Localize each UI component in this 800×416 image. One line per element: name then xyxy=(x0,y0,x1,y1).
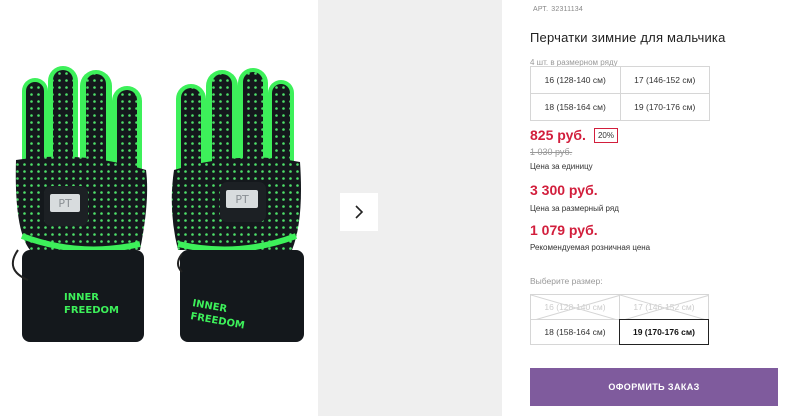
size-picker: 16 (128-140 см) 17 (146-152 см) 18 (158-… xyxy=(530,294,710,345)
rrp-note: Рекомендуемая розничная цена xyxy=(530,243,651,252)
size-picker-row: 18 (158-164 см) 19 (170-176 см) xyxy=(530,319,710,345)
print-line2-left: FREEDOM xyxy=(64,305,119,316)
unit-price: 825 руб. xyxy=(530,127,586,143)
place-order-button[interactable]: ОФОРМИТЬ ЗАКАЗ xyxy=(530,368,778,406)
pack-size-row: 18 (158-164 см) 19 (170-176 см) xyxy=(531,93,709,120)
product-title: Перчатки зимние для мальчика xyxy=(530,30,726,45)
size-option-label: 19 (170-176 см) xyxy=(632,327,696,337)
pack-size-row: 16 (128-140 см) 17 (146-152 см) xyxy=(531,67,709,93)
product-photo[interactable]: PT INNER FREEDOM PT INNER FREEDOM xyxy=(0,0,318,416)
tag-text-right: PT xyxy=(235,193,249,206)
size-option[interactable]: 18 (158-164 см) xyxy=(530,319,620,345)
size-option-selected[interactable]: 19 (170-176 см) xyxy=(619,319,709,345)
old-price: 1 030 руб. xyxy=(530,147,573,157)
right-glove: PT INNER FREEDOM xyxy=(171,68,304,342)
rrp-price: 1 079 руб. xyxy=(530,222,598,238)
sku: АРТ. 32311134 xyxy=(530,6,583,13)
gallery-next-button[interactable] xyxy=(340,193,378,231)
tag-text-left: PT xyxy=(58,197,72,210)
sku-value: 32311134 xyxy=(551,6,583,13)
gloves-image: PT INNER FREEDOM PT INNER FREEDOM xyxy=(11,66,304,342)
row-price: 3 300 руб. xyxy=(530,182,598,198)
size-option-disabled: 16 (128-140 см) xyxy=(530,294,620,320)
size-option-disabled: 17 (146-152 см) xyxy=(619,294,709,320)
pack-size-cell: 18 (158-164 см) xyxy=(544,102,606,112)
pack-size-cell: 19 (170-176 см) xyxy=(619,94,710,120)
product-page: PT INNER FREEDOM PT INNER FREEDOM АРТ. 3… xyxy=(0,0,800,416)
discount-badge: 20% xyxy=(593,127,618,143)
size-picker-row: 16 (128-140 см) 17 (146-152 см) xyxy=(530,294,710,320)
pack-size-cell: 16 (128-140 см) xyxy=(544,75,606,85)
row-price-note: Цена за размерный ряд xyxy=(530,204,619,213)
pack-size-cell: 17 (146-152 см) xyxy=(619,67,710,93)
sku-label: АРТ. xyxy=(533,6,549,13)
strike-icon xyxy=(531,295,619,319)
left-glove: PT INNER FREEDOM xyxy=(11,66,148,342)
product-gallery: PT INNER FREEDOM PT INNER FREEDOM xyxy=(0,0,502,416)
strike-icon xyxy=(620,295,708,319)
size-select-label: Выберите размер: xyxy=(530,276,603,286)
pack-size-table: 16 (128-140 см) 17 (146-152 см) 18 (158-… xyxy=(530,66,710,121)
unit-price-note: Цена за единицу xyxy=(530,162,593,171)
print-line1-left: INNER xyxy=(64,292,99,303)
chevron-right-icon xyxy=(355,205,364,219)
size-option-label: 18 (158-164 см) xyxy=(544,327,606,337)
unit-price-row: 825 руб. 20% xyxy=(530,127,618,143)
